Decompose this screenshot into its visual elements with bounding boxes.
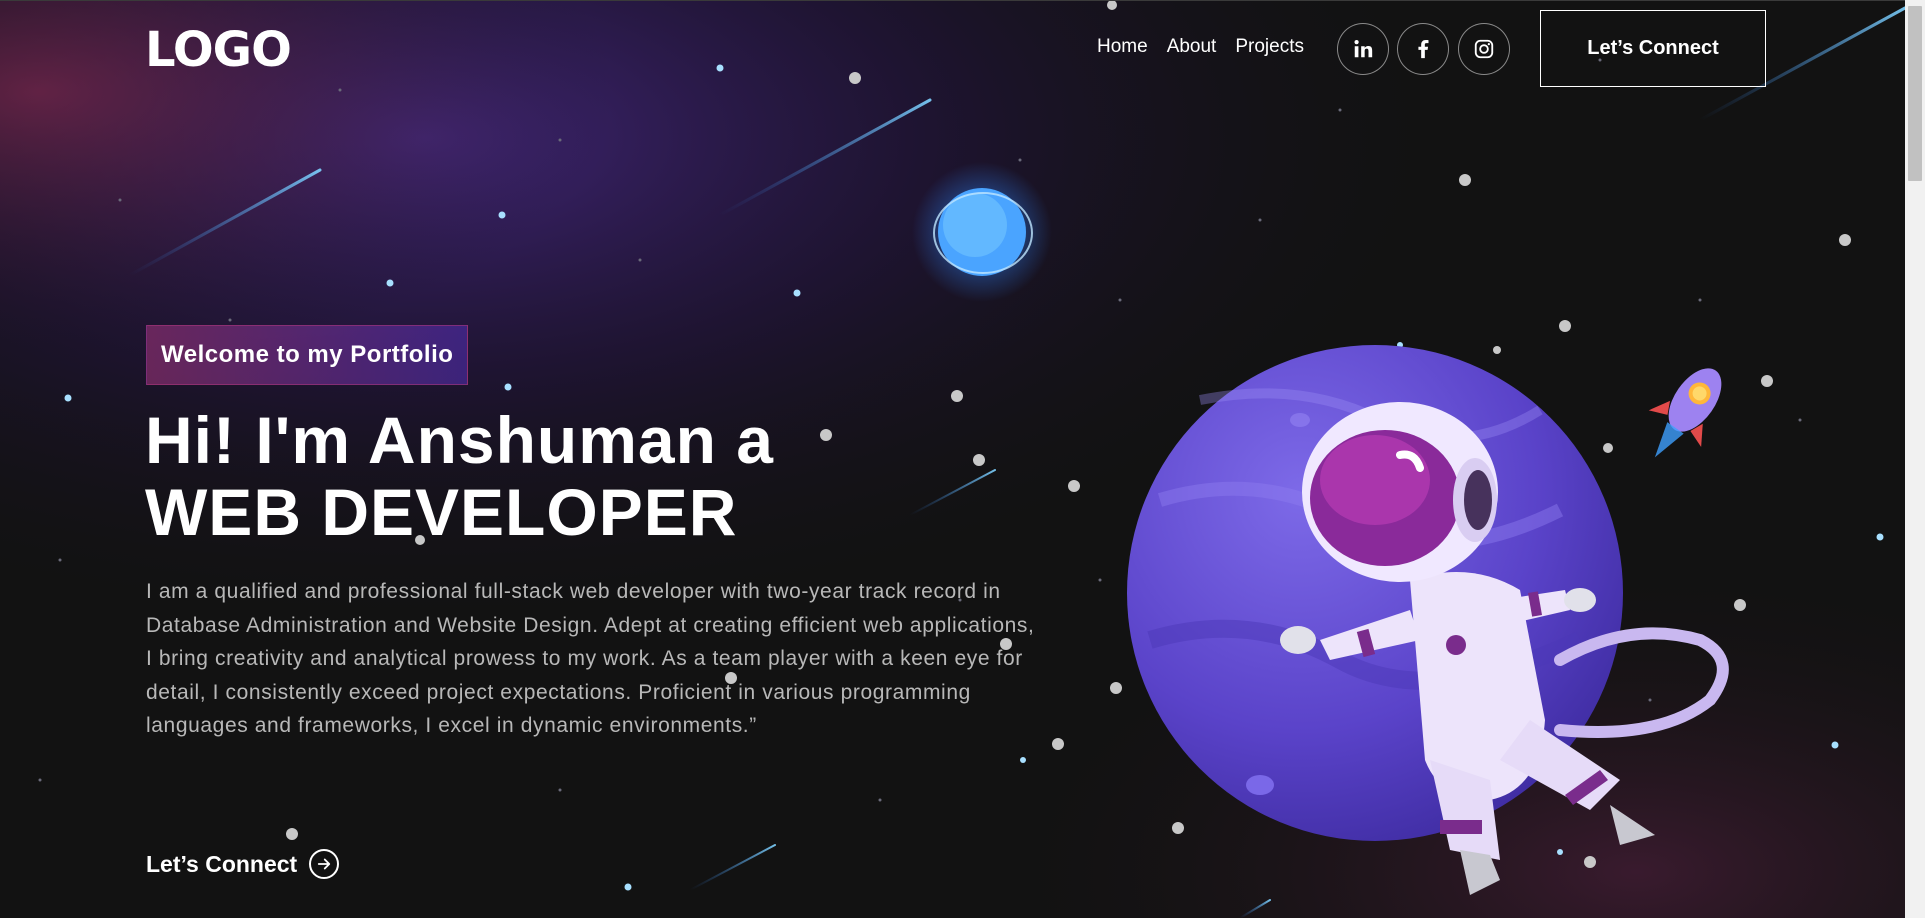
arrow-right-circle-icon bbox=[309, 849, 340, 879]
nav-link-projects[interactable]: Projects bbox=[1235, 36, 1304, 58]
nav-link-home[interactable]: Home bbox=[1097, 36, 1148, 58]
instagram-icon bbox=[1474, 39, 1494, 59]
hero-title: Hi! I'm Anshuman a WEB DEVELOPER bbox=[145, 404, 774, 548]
hero-title-line-1: Hi! I'm Anshuman a bbox=[145, 403, 774, 477]
hero-title-line-2: WEB DEVELOPER bbox=[145, 475, 738, 549]
hero-connect-label: Let’s Connect bbox=[146, 850, 298, 877]
linkedin-icon bbox=[1354, 40, 1373, 58]
tagline-badge: Welcome to my Portfolio bbox=[146, 325, 469, 385]
hero-description: I am a qualified and professional full-s… bbox=[146, 580, 1035, 738]
lets-connect-button[interactable]: Let’s Connect bbox=[1540, 10, 1766, 87]
instagram-button[interactable] bbox=[1458, 23, 1510, 75]
nav-link-about[interactable]: About bbox=[1167, 36, 1217, 58]
hero-connect-link[interactable]: Let’s Connect bbox=[146, 849, 340, 879]
facebook-button[interactable] bbox=[1397, 23, 1449, 75]
window-top-border bbox=[0, 0, 1925, 1]
linkedin-button[interactable] bbox=[1337, 23, 1389, 75]
scrollbar-thumb[interactable] bbox=[1908, 6, 1922, 181]
facebook-icon bbox=[1418, 40, 1429, 59]
nav-links: Home About Projects bbox=[1097, 36, 1304, 58]
site-logo[interactable]: LOGO bbox=[145, 22, 292, 78]
